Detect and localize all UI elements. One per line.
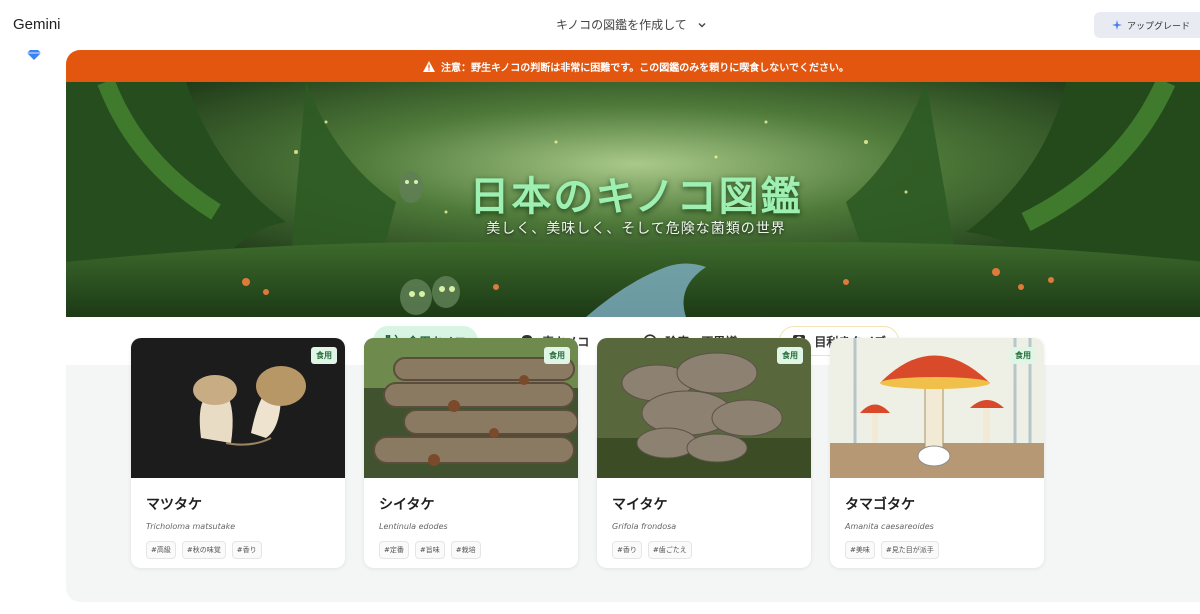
- scientific-name: Grifola frondosa: [612, 522, 677, 531]
- sparkle-icon: [1112, 20, 1122, 30]
- gem-icon[interactable]: [27, 50, 41, 60]
- conversation-title: キノコの図鑑を作成して: [556, 18, 687, 32]
- warning-banner: 注意：野生キノコの判断は非常に困難です。この図鑑のみを頼りに喫食しないでください…: [66, 50, 1200, 82]
- mushroom-name: タマゴタケ: [845, 497, 915, 513]
- warning-icon: [423, 60, 435, 72]
- brand-name[interactable]: Gemini: [13, 16, 61, 33]
- mushroom-name: マツタケ: [146, 497, 202, 513]
- upgrade-label: アップグレード: [1127, 21, 1191, 32]
- left-rail: Gemini: [0, 0, 66, 614]
- hero-subtitle: 美しく、美味しく、そして危険な菌類の世界: [486, 221, 786, 237]
- edible-badge: 食用: [311, 347, 337, 364]
- top-bar: キノコの図鑑を作成して アップグレード: [66, 0, 1200, 50]
- warning-text: 注意：野生キノコの判断は非常に困難です。この図鑑のみを頼りに喫食しないでください…: [441, 62, 849, 74]
- edible-badge: 食用: [544, 347, 570, 364]
- tag: #旨味: [414, 541, 445, 559]
- upgrade-button[interactable]: アップグレード: [1094, 12, 1200, 38]
- tag: #歯ごたえ: [647, 541, 692, 559]
- mushroom-card-matsutake[interactable]: 食用 マツタケ Tricholoma matsutake #高級 #秋の味覚 #…: [131, 338, 345, 568]
- mushroom-card-maitake[interactable]: 食用 マイタケ Grifola frondosa #香り #歯ごたえ: [597, 338, 811, 568]
- scientific-name: Lentinula edodes: [379, 522, 448, 531]
- scientific-name: Amanita caesareoides: [845, 522, 934, 531]
- tag: #美味: [845, 541, 875, 559]
- tag: #高級: [146, 541, 176, 559]
- tag: #栽培: [450, 541, 481, 559]
- scientific-name: Tricholoma matsutake: [146, 522, 236, 531]
- mushroom-card-tamagotake[interactable]: 食用 タマゴタケ Amanita caesareoides #美味 #見た目が派…: [830, 338, 1044, 568]
- hero-title: 日本のキノコ図鑑: [469, 174, 803, 220]
- edible-badge: 食用: [777, 347, 803, 364]
- edible-badge: 食用: [1010, 347, 1036, 364]
- mushroom-card-grid: 食用 マツタケ Tricholoma matsutake #高級 #秋の味覚 #…: [131, 338, 1044, 568]
- mushroom-name: マイタケ: [612, 497, 668, 513]
- chevron-down-icon: [698, 22, 706, 27]
- tag: #見た目が派手: [880, 541, 939, 559]
- mushroom-name: シイタケ: [379, 497, 435, 513]
- tag: #香り: [612, 541, 642, 559]
- conversation-title-dropdown[interactable]: キノコの図鑑を作成して: [556, 16, 707, 33]
- hero-banner: 日本のキノコ図鑑 美しく、美味しく、そして危険な菌類の世界: [66, 82, 1200, 317]
- mushroom-card-shiitake[interactable]: 食用 シイタケ Lentinula edodes #定番 #旨味 #栽培: [364, 338, 578, 568]
- tag: #秋の味覚: [181, 541, 226, 559]
- tag: #定番: [379, 541, 409, 559]
- tag: #香り: [231, 541, 262, 559]
